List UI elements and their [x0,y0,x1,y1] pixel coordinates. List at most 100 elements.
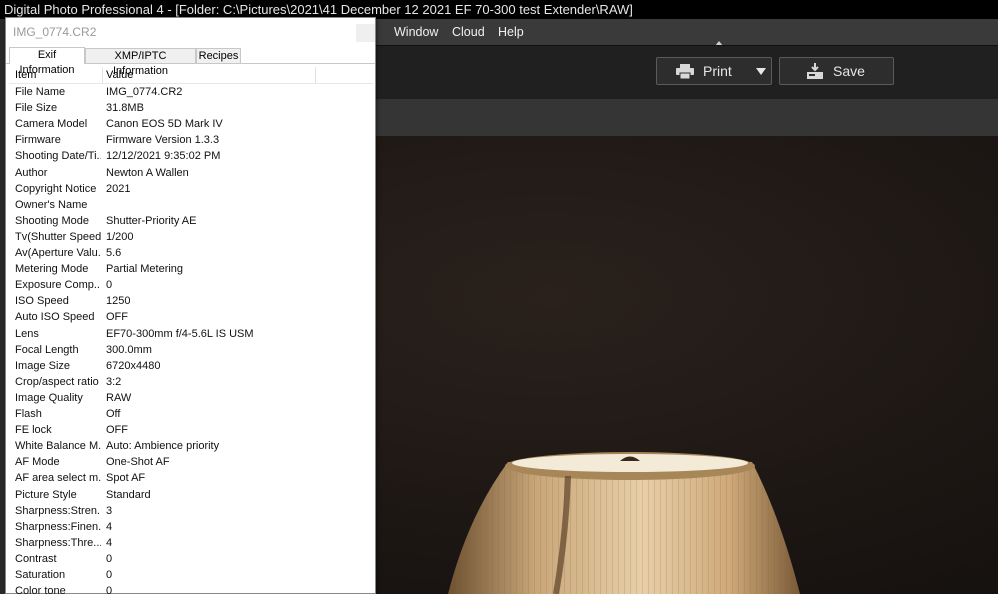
table-row[interactable]: White Balance M... Auto: Ambience priorit… [9,438,373,454]
exif-item-name: Owner's Name [15,198,88,211]
tab-exif-information[interactable]: Exif Information [9,47,85,76]
exif-item-name: Crop/aspect ratio [15,375,99,388]
exif-item-value: RAW [106,391,132,404]
table-row[interactable]: Focal Length 300.0mm [9,342,373,358]
table-row[interactable]: Lens EF70-300mm f/4-5.6L IS USM [9,326,373,342]
table-row[interactable]: Picture Style Standard [9,487,373,503]
table-row[interactable]: Image Quality RAW [9,390,373,406]
table-row[interactable]: Shooting Mode Shutter-Priority AE [9,213,373,229]
exif-item-name: Metering Mode [15,263,89,276]
exif-item-value: One-Shot AF [106,456,170,469]
exif-item-value: 2021 [106,182,131,195]
print-button[interactable]: Print [656,57,772,85]
exif-item-name: AF Mode [15,456,60,469]
table-row[interactable]: Sharpness:Finen... 4 [9,519,373,535]
exif-item-value: Canon EOS 5D Mark IV [106,118,223,131]
table-row[interactable]: AF Mode One-Shot AF [9,454,373,470]
exif-item-value: 4 [106,520,113,533]
table-row[interactable]: Shooting Date/Ti... 12/12/2021 9:35:02 PM [9,148,373,164]
table-row[interactable]: Sharpness:Thre... 4 [9,535,373,551]
exif-item-name: Author [15,166,48,179]
table-row[interactable]: Tv(Shutter Speed) 1/200 [9,229,373,245]
table-row[interactable]: Exposure Comp... 0 [9,277,373,293]
menu-cloud[interactable]: Cloud [448,19,489,45]
triangle-down-icon[interactable] [756,68,766,75]
exif-item-name: Shooting Mode [15,214,89,227]
table-row[interactable]: Image Size 6720x4480 [9,358,373,374]
exif-item-name: Contrast [15,552,57,565]
exif-item-name: Color tone [15,585,66,594]
exif-item-name: Shooting Date/Ti... [15,150,101,163]
table-row[interactable]: Color tone 0 [9,583,373,594]
table-row[interactable]: AF area select m... Spot AF [9,470,373,486]
table-row[interactable]: Sharpness:Stren... 3 [9,503,373,519]
exif-item-name: White Balance M... [15,440,101,453]
table-row[interactable]: Author Newton A Wallen [9,165,373,181]
exif-item-value: 3:2 [106,375,122,388]
exif-item-value: OFF [106,311,128,324]
exif-item-value: Newton A Wallen [106,166,189,179]
exif-item-name: Sharpness:Finen... [15,520,101,533]
column-header-value[interactable]: Value [106,66,133,84]
exif-item-value: 0 [106,569,113,581]
exif-item-name: Lens [15,327,39,340]
table-row[interactable]: Flash Off [9,406,373,422]
exif-item-name: Camera Model [15,118,88,131]
exif-item-value: OFF [106,424,128,437]
exif-item-name: Auto ISO Speed [15,311,95,324]
menu-window[interactable]: Window [390,19,442,45]
exif-item-name: Sharpness:Thre... [15,536,101,549]
table-row[interactable]: Metering Mode Partial Metering [9,261,373,277]
exif-item-name: Firmware [15,134,61,147]
exif-item-name: FE lock [15,424,52,437]
exif-item-name: AF area select m... [15,472,101,485]
tab-xmp-iptc-information[interactable]: XMP/IPTC Information [85,48,196,77]
save-label: Save [833,63,865,79]
table-row[interactable]: Crop/aspect ratio 3:2 [9,374,373,390]
print-label: Print [703,63,732,79]
exif-item-name: Focal Length [15,343,79,356]
close-icon[interactable] [356,24,375,42]
exif-item-value: Off [106,408,121,420]
menu-help[interactable]: Help [494,19,528,45]
info-dialog: IMG_0774.CR2 Exif Information XMP/IPTC I… [5,17,376,594]
table-row[interactable]: Firmware Firmware Version 1.3.3 [9,132,373,148]
exif-item-name: Av(Aperture Valu... [15,247,101,259]
exif-item-name: Tv(Shutter Speed) [15,230,101,243]
table-row[interactable]: FE lock OFF [9,422,373,438]
tab-recipes[interactable]: Recipes [196,48,241,64]
exif-item-name: Flash [15,408,42,420]
exif-item-value: 0 [106,279,113,292]
exif-item-name: Picture Style [15,488,77,501]
column-divider[interactable] [102,67,103,83]
table-row[interactable]: Av(Aperture Valu... 5.6 [9,245,373,261]
table-row[interactable]: Camera Model Canon EOS 5D Mark IV [9,116,373,132]
exif-item-value: 0 [106,585,113,594]
exif-item-name: Image Quality [15,391,83,404]
exif-item-value: 31.8MB [106,102,144,115]
table-row[interactable]: Contrast 0 [9,551,373,567]
exif-item-value: 4 [106,536,113,549]
exif-item-value: Shutter-Priority AE [106,214,197,227]
table-row[interactable]: Copyright Notice 2021 [9,181,373,197]
exif-item-value: 3 [106,504,113,517]
table-row[interactable]: ISO Speed 1250 [9,293,373,309]
exif-item-value: 1/200 [106,230,134,243]
exif-item-value: 5.6 [106,247,122,259]
exif-item-name: Copyright Notice [15,182,97,195]
save-button[interactable]: Save [779,57,894,85]
exif-item-value: 1250 [106,295,131,308]
table-row[interactable]: Saturation 0 [9,567,373,583]
exif-item-name: Image Size [15,359,71,372]
exif-item-name: ISO Speed [15,295,69,308]
exif-item-name: File Name [15,86,66,98]
exif-item-value: IMG_0774.CR2 [106,86,183,98]
table-row[interactable]: Auto ISO Speed OFF [9,309,373,325]
column-divider[interactable] [315,67,316,83]
exif-item-name: Sharpness:Stren... [15,504,101,517]
table-row[interactable]: Owner's Name [9,197,373,213]
exif-item-name: Saturation [15,569,66,581]
exif-table: Item Value File NameIMG_0774.CR2File Siz… [9,66,373,594]
table-row[interactable]: File Size 31.8MB [9,100,373,116]
table-row[interactable]: File Name IMG_0774.CR2 [9,84,373,100]
